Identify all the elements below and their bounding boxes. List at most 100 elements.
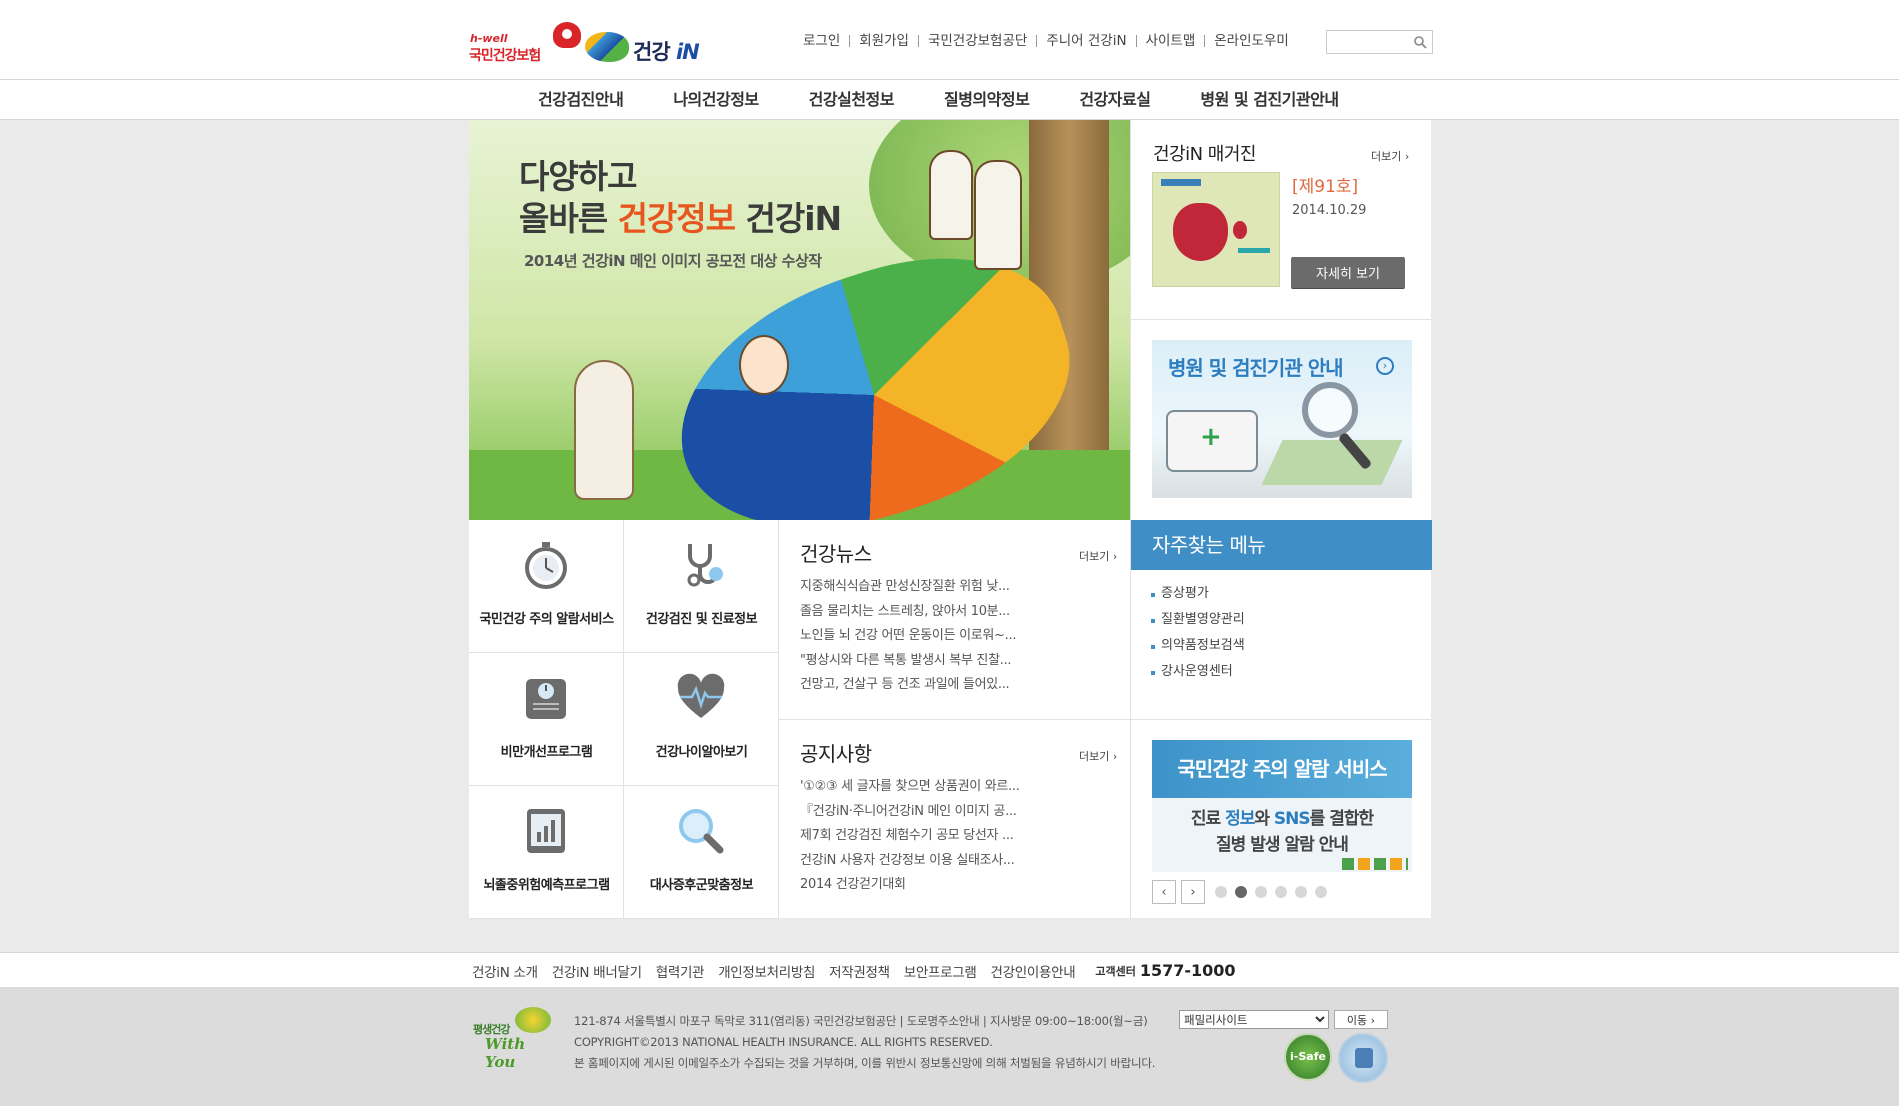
pagination-dot[interactable] (1275, 886, 1287, 898)
gangin-logo-text: 건강 iN (633, 40, 700, 64)
notice-more-link[interactable]: 더보기 › (1079, 748, 1117, 764)
quick-label: 비만개선프로그램 (500, 745, 593, 760)
magazine-panel: 건강iN 매거진 더보기 › [제91호] 2014.10.29 자세히 보기 (1130, 120, 1431, 320)
list-item[interactable]: 지중해식식습관 만성신장질환 위험 낮... (800, 575, 1016, 600)
quick-checkup-info[interactable]: 건강검진 및 진료정보 (624, 520, 779, 653)
heartbeat-icon (677, 673, 725, 718)
quick-stroke-prediction[interactable]: 뇌졸중위험예측프로그램 (469, 786, 624, 919)
pagination-dot[interactable] (1215, 886, 1227, 898)
quick-alarm-service[interactable]: 국민건강 주의 알람서비스 (469, 520, 624, 653)
list-item[interactable]: 제7회 건강검진 체험수기 공모 당선자 ... (800, 824, 1020, 849)
nav-disease-medicine[interactable]: 질병의약정보 (944, 80, 1030, 120)
signup-link[interactable]: 회원가입 (849, 34, 918, 48)
footer-info: 121-874 서울특별시 마포구 독막로 311(염리동) 국민건강보험공단 … (574, 1011, 1155, 1074)
alarm-service-banner[interactable]: 국민건강 주의 알람 서비스 진료 정보와 SNS를 결합한 질병 발생 알람 … (1152, 740, 1412, 872)
quick-label: 국민건강 주의 알람서비스 (479, 612, 614, 627)
favorite-item-symptom[interactable]: 증상평가 (1151, 581, 1245, 607)
quick-metabolic-syndrome[interactable]: 대사증후군맞춤정보 (624, 786, 779, 919)
footer-address: 121-874 서울특별시 마포구 독막로 311(염리동) 국민건강보험공단 … (574, 1014, 1148, 1028)
search-icon[interactable] (1413, 35, 1427, 49)
next-button[interactable]: › (1181, 880, 1205, 904)
top-utility-links: 로그인 회원가입 국민건강보험공단 주니어 건강iN 사이트맵 온라인도우미 (800, 31, 1298, 51)
news-more-link[interactable]: 더보기 › (1079, 548, 1117, 564)
quick-menu-grid: 국민건강 주의 알람서비스 건강검진 및 진료정보 비만개선프로그램 건강나이알… (469, 520, 779, 919)
alert-lights-icon (1342, 858, 1408, 870)
nav-health-library[interactable]: 건강자료실 (1079, 80, 1151, 120)
cover-label-bar (1161, 179, 1201, 186)
family-site-select[interactable]: 패밀리사이트 (1179, 1010, 1329, 1029)
tablet-chart-icon (527, 809, 565, 853)
blood-drop-icon (1233, 221, 1247, 239)
list-item[interactable]: 건망고, 건살구 등 건조 과일에 들어있... (800, 673, 1016, 698)
online-help-link[interactable]: 온라인도우미 (1204, 34, 1298, 48)
hero-banner[interactable]: 다양하고 올바른 건강정보 건강iN 2014년 건강iN 메인 이미지 공모전… (469, 120, 1130, 520)
main-container: 다양하고 올바른 건강정보 건강iN 2014년 건강iN 메인 이미지 공모전… (469, 120, 1432, 919)
ambulance-icon (1166, 410, 1258, 472)
footer-link-banner[interactable]: 건강iN 배너달기 (552, 961, 642, 981)
list-item[interactable]: 건강iN 사용자 건강정보 이용 실태조사... (800, 849, 1020, 874)
nhis-logo[interactable]: h-well 국민건강보험 (467, 22, 585, 66)
search-input[interactable] (1327, 31, 1411, 53)
magazine-cover-image[interactable] (1152, 172, 1280, 287)
pagination-dot[interactable] (1235, 886, 1247, 898)
magazine-more-link[interactable]: 더보기 › (1371, 148, 1409, 164)
login-link[interactable]: 로그인 (800, 34, 849, 48)
footer-link-privacy[interactable]: 개인정보처리방침 (718, 961, 815, 981)
footer-link-security[interactable]: 보안프로그램 (904, 961, 977, 981)
list-item[interactable]: 『건강iN·주니어건강iN 메인 이미지 공... (800, 800, 1020, 825)
hero-headline: 다양하고 올바른 건강정보 건강iN (519, 157, 842, 238)
nhis-link[interactable]: 국민건강보험공단 (917, 34, 1036, 48)
list-item[interactable]: 노인들 뇌 건강 어떤 운동이든 이로워~... (800, 624, 1016, 649)
notice-list: '①②③ 세 글자를 찾으면 상품권이 와르... 『건강iN·주니어건강iN … (800, 775, 1020, 898)
customer-center-label: 고객센터 (1095, 964, 1136, 978)
hero-highlight: 건강정보 (617, 199, 736, 238)
stopwatch-icon (525, 542, 567, 589)
pagination-dot[interactable] (1255, 886, 1267, 898)
man-illustration (929, 150, 973, 240)
gangin-logo[interactable]: 건강 iN (585, 28, 705, 68)
footer-link-about[interactable]: 건강iN 소개 (472, 961, 538, 981)
list-item[interactable]: "평상시와 다른 복통 발생시 복부 진찰... (800, 649, 1016, 674)
nav-checkup-guide[interactable]: 건강검진안내 (538, 80, 624, 120)
junior-link[interactable]: 주니어 건강iN (1036, 34, 1135, 48)
nav-my-health[interactable]: 나의건강정보 (673, 80, 759, 120)
news-list: 지중해식식습관 만성신장질환 위험 낮... 졸음 물리치는 스트레칭, 앉아서… (800, 575, 1016, 698)
pagination-dot[interactable] (1315, 886, 1327, 898)
pagination-dot[interactable] (1295, 886, 1307, 898)
favorite-menu-panel: 자주찾는 메뉴 증상평가 질환별영양관리 의약품정보검색 강사운영센터 (1130, 520, 1432, 720)
banner-controls: ‹ › (1152, 880, 1335, 904)
notice-panel: 공지사항 더보기 › '①②③ 세 글자를 찾으면 상품권이 와르... 『건강… (779, 720, 1130, 918)
favorite-item-lecturer[interactable]: 강사운영센터 (1151, 659, 1245, 685)
header: h-well 국민건강보험 건강 iN 로그인 회원가입 국민건강보험공단 주니… (0, 0, 1899, 80)
footer-link-guide[interactable]: 건강인이용안내 (991, 961, 1076, 981)
favorite-item-nutrition[interactable]: 질환별영양관리 (1151, 607, 1245, 633)
heart-icon (553, 22, 581, 48)
magazine-detail-button[interactable]: 자세히 보기 (1291, 257, 1405, 288)
footer-link-copyright[interactable]: 저작권정책 (829, 961, 890, 981)
map-icon (1261, 440, 1403, 485)
isafe-certification-icon[interactable]: i-Safe (1284, 1033, 1332, 1081)
list-item[interactable]: 졸음 물리치는 스트레칭, 앉아서 10분... (800, 600, 1016, 625)
footer-logo: 평생건강 With You (473, 1007, 558, 1071)
nhis-logo-kr: 국민건강보험 (469, 48, 541, 64)
quick-obesity-program[interactable]: 비만개선프로그램 (469, 653, 624, 786)
health-news-panel: 건강뉴스 더보기 › 지중해식식습관 만성신장질환 위험 낮... 졸음 물리치… (779, 520, 1130, 720)
magazine-title: 건강iN 매거진 (1153, 144, 1257, 165)
nav-health-practice[interactable]: 건강실천정보 (809, 80, 895, 120)
family-site-go-button[interactable]: 이동 › (1334, 1010, 1388, 1029)
alarm-banner-line2: 질병 발생 알람 안내 (1216, 835, 1349, 855)
footer-email-notice: 본 홈페이지에 게시된 이메일주소가 수집되는 것을 거부하며, 이를 위반시 … (574, 1056, 1156, 1070)
list-item[interactable]: '①②③ 세 글자를 찾으면 상품권이 와르... (800, 775, 1020, 800)
child-illustration (739, 335, 789, 395)
gangin-logo-mark-icon (585, 32, 629, 62)
footer-link-partners[interactable]: 협력기관 (656, 961, 705, 981)
search-box (1326, 30, 1433, 54)
nav-hospital-guide[interactable]: 병원 및 검진기관안내 (1200, 80, 1339, 120)
quick-health-age[interactable]: 건강나이알아보기 (624, 653, 779, 786)
sitemap-link[interactable]: 사이트맵 (1135, 34, 1205, 48)
prev-button[interactable]: ‹ (1152, 880, 1176, 904)
favorite-item-drug-search[interactable]: 의약품정보검색 (1151, 633, 1245, 659)
privacy-certification-icon[interactable] (1338, 1033, 1388, 1083)
list-item[interactable]: 2014 건강걷기대회 (800, 873, 1020, 898)
hospital-guide-banner[interactable]: 병원 및 검진기관 안내 › (1152, 340, 1412, 498)
